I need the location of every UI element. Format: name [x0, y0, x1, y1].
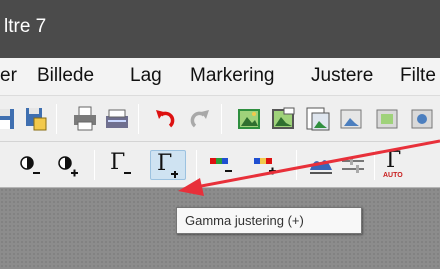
- print-icon[interactable]: [70, 104, 100, 134]
- menu-item-billede[interactable]: Billede: [37, 65, 94, 87]
- toolbar-separator: [296, 150, 297, 180]
- toolbar-separator: [221, 104, 222, 134]
- standard-toolbar: [0, 96, 440, 142]
- save-as-icon[interactable]: [20, 104, 50, 134]
- auto-gamma-icon: Γ: [386, 148, 402, 173]
- gamma-plus-icon: Γ: [157, 151, 173, 176]
- gamma-plus-button[interactable]: Γ: [150, 150, 186, 180]
- redo-icon[interactable]: [185, 104, 215, 134]
- menu-item-fil[interactable]: er: [0, 65, 17, 87]
- window-title: ltre 7: [4, 16, 47, 37]
- undo-icon[interactable]: [150, 104, 180, 134]
- menu-item-filtre[interactable]: Filte: [400, 65, 436, 87]
- brightness-plus-icon[interactable]: [52, 150, 82, 180]
- toolbar-separator: [138, 104, 139, 134]
- page-icon[interactable]: [302, 104, 332, 134]
- title-bar: ltre 7: [0, 0, 440, 58]
- plus-subscript-vertical: [173, 170, 176, 178]
- color-balance-plus-icon[interactable]: [250, 150, 280, 180]
- toolbar-separator: [94, 150, 95, 180]
- menu-bar: er Billede Lag Markering Justere Filte: [0, 58, 440, 96]
- toolbar-separator: [196, 150, 197, 180]
- menu-item-markering[interactable]: Markering: [190, 65, 274, 87]
- image-edit-icon[interactable]: [268, 104, 298, 134]
- menu-item-lag[interactable]: Lag: [130, 65, 162, 87]
- tooltip: Gamma justering (+): [176, 207, 362, 234]
- toolbar-separator: [56, 104, 57, 134]
- auto-label: AUTO: [383, 172, 403, 179]
- toolbar-icon-extra-2[interactable]: [372, 104, 402, 134]
- minus-subscript: [124, 172, 131, 174]
- toolbar-icon-extra-1[interactable]: [336, 104, 366, 134]
- image-icon[interactable]: [234, 104, 264, 134]
- scan-icon[interactable]: [102, 104, 132, 134]
- menu-item-justere[interactable]: Justere: [311, 65, 373, 87]
- gamma-minus-button[interactable]: Γ: [104, 150, 140, 180]
- adjust-toolbar: Γ Γ Γ AUTO: [0, 142, 440, 188]
- toolbar-icon-extra-3[interactable]: [407, 104, 437, 134]
- brightness-minus-icon[interactable]: [14, 150, 44, 180]
- gamma-minus-icon: Γ: [110, 150, 126, 175]
- toolbar-separator: [374, 150, 375, 180]
- save-icon[interactable]: [0, 104, 18, 134]
- levels-icon[interactable]: [338, 150, 368, 180]
- color-balance-minus-icon[interactable]: [206, 150, 236, 180]
- histogram-icon[interactable]: [306, 150, 336, 180]
- auto-gamma-button[interactable]: Γ AUTO: [383, 148, 425, 180]
